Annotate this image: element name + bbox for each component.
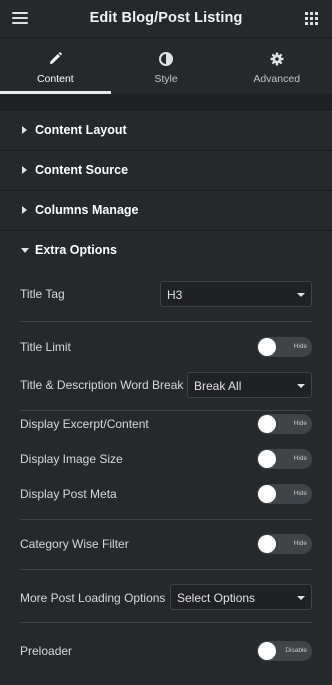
caret-right-icon (22, 166, 27, 174)
section-label: Columns Manage (35, 203, 139, 217)
panel-title: Edit Blog/Post Listing (89, 10, 243, 26)
toggle-knob (258, 485, 276, 503)
tab-style[interactable]: Style (111, 38, 222, 94)
caret-right-icon (22, 126, 27, 134)
title-tag-select[interactable]: H3 (160, 281, 312, 307)
half-circle-icon (159, 52, 173, 66)
preloader-label: Preloader (20, 644, 73, 658)
divider (20, 321, 312, 322)
tab-advanced-label: Advanced (253, 73, 301, 85)
toggle-state-text: Disable (285, 647, 307, 654)
section-extra-options[interactable]: Extra Options (0, 230, 332, 270)
display-post-meta-label: Display Post Meta (20, 487, 117, 501)
display-excerpt-label: Display Excerpt/Content (20, 417, 149, 431)
display-excerpt-toggle[interactable]: Hide (257, 414, 312, 434)
section-label: Extra Options (35, 243, 117, 257)
grid-apps-icon[interactable] (305, 12, 318, 25)
tab-advanced[interactable]: Advanced (221, 38, 332, 94)
gear-icon (270, 52, 284, 66)
display-image-size-toggle[interactable]: Hide (257, 449, 312, 469)
panel-tabs: Content Style Advanced (0, 38, 332, 94)
section-label: Content Layout (35, 123, 127, 137)
toggle-knob (258, 415, 276, 433)
toggle-state-text: Hide (293, 455, 307, 462)
toggle-knob (258, 535, 276, 553)
section-label: Content Source (35, 163, 129, 177)
section-content-source[interactable]: Content Source (0, 150, 332, 190)
divider (20, 410, 312, 411)
toggle-knob (258, 450, 276, 468)
tab-style-label: Style (154, 73, 178, 85)
display-image-size-label: Display Image Size (20, 452, 123, 466)
divider (20, 622, 312, 623)
toggle-state-text: Hide (293, 420, 307, 427)
display-post-meta-toggle[interactable]: Hide (257, 484, 312, 504)
section-content-layout[interactable]: Content Layout (0, 110, 332, 150)
chevron-down-icon (297, 596, 305, 600)
title-tag-value: H3 (167, 288, 183, 302)
divider (20, 519, 312, 520)
preloader-toggle[interactable]: Disable (257, 641, 312, 661)
caret-down-icon (21, 248, 29, 253)
tab-content-label: Content (36, 73, 74, 85)
toggle-state-text: Hide (293, 540, 307, 547)
more-post-loading-label: More Post Loading Options (20, 591, 166, 605)
title-limit-label: Title Limit (20, 340, 71, 354)
word-break-select[interactable]: Break All (187, 372, 312, 398)
tab-content[interactable]: Content (0, 38, 111, 94)
editor-header: Edit Blog/Post Listing (0, 0, 332, 38)
pencil-icon (50, 52, 63, 64)
category-filter-label: Category Wise Filter (20, 537, 129, 551)
more-post-loading-value: Select Options (177, 591, 256, 605)
toggle-state-text: Hide (293, 343, 307, 350)
chevron-down-icon (297, 293, 305, 297)
toggle-state-text: Hide (293, 490, 307, 497)
toggle-knob (258, 642, 276, 660)
category-filter-toggle[interactable]: Hide (257, 534, 312, 554)
title-limit-toggle[interactable]: Hide (257, 337, 312, 357)
section-columns-manage[interactable]: Columns Manage (0, 190, 332, 230)
panel-divider-strip (0, 94, 332, 110)
chevron-down-icon (297, 384, 305, 388)
word-break-value: Break All (194, 379, 242, 393)
title-tag-label: Title Tag (20, 287, 65, 301)
word-break-label: Title & Description Word Break (20, 378, 184, 392)
toggle-knob (258, 338, 276, 356)
divider (20, 569, 312, 570)
more-post-loading-select[interactable]: Select Options (170, 584, 312, 610)
caret-right-icon (22, 206, 27, 214)
